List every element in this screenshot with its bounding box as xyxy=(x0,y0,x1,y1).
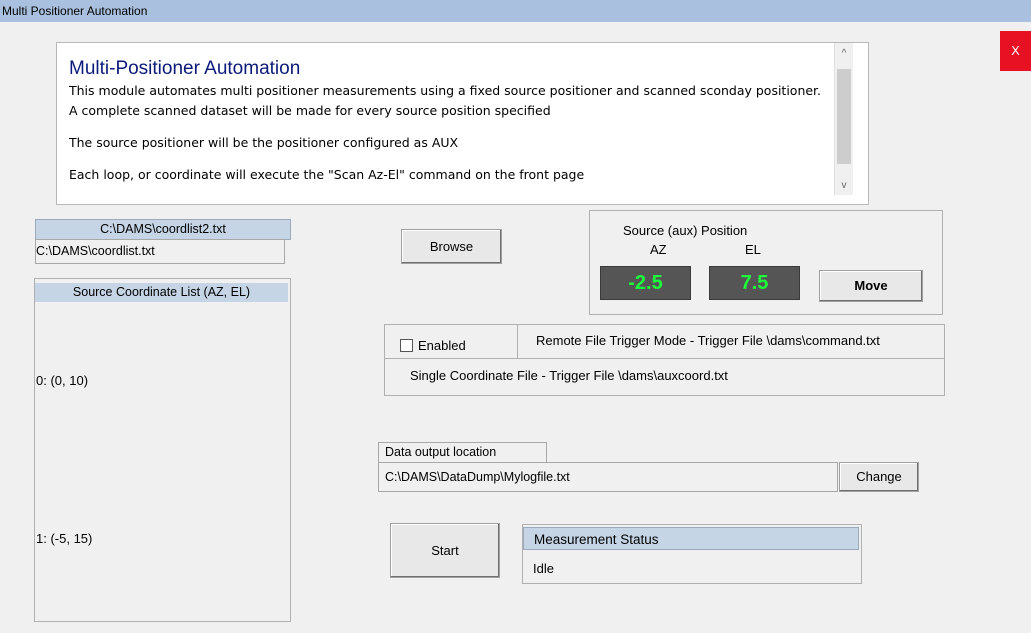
scroll-up-icon[interactable]: ^ xyxy=(835,45,853,63)
az-label: AZ xyxy=(650,242,667,257)
coord-file-path: C:\DAMS\coordlist.txt xyxy=(35,239,285,264)
info-heading: Multi-Positioner Automation xyxy=(69,58,301,79)
source-position-panel: Source (aux) Position AZ EL -2.5 7.5 Mov… xyxy=(589,210,943,315)
browse-button[interactable]: Browse xyxy=(401,229,502,264)
enabled-label[interactable]: Enabled xyxy=(418,338,466,353)
status-value: Idle xyxy=(533,561,554,576)
coord-list-item[interactable]: 0: (0, 10) xyxy=(36,373,88,388)
trigger-divider-h xyxy=(385,358,944,359)
info-paragraph-1: This module automates multi positioner m… xyxy=(69,83,822,118)
source-position-title: Source (aux) Position xyxy=(623,223,748,238)
coord-file-header: C:\DAMS\coordlist2.txt xyxy=(35,219,291,240)
single-coord-label: Single Coordinate File - Trigger File \d… xyxy=(410,368,728,383)
status-panel: Measurement Status Idle xyxy=(522,524,862,584)
trigger-panel: Enabled Remote File Trigger Mode - Trigg… xyxy=(384,324,945,396)
info-content: Multi-Positioner Automation This module … xyxy=(69,57,829,203)
el-value-display: 7.5 xyxy=(709,266,800,300)
enabled-checkbox[interactable] xyxy=(400,339,413,352)
info-paragraph-2: The source positioner will be the positi… xyxy=(69,135,459,150)
remote-mode-label: Remote File Trigger Mode - Trigger File … xyxy=(536,333,880,348)
close-button[interactable]: X xyxy=(1000,31,1031,71)
az-value-display: -2.5 xyxy=(600,266,691,300)
coord-list-box[interactable]: Source Coordinate List (AZ, EL) 0: (0, 1… xyxy=(34,278,291,622)
window-title: Multi Positioner Automation xyxy=(2,4,148,18)
info-paragraph-3: Each loop, or coordinate will execute th… xyxy=(69,167,585,182)
change-button[interactable]: Change xyxy=(839,462,919,492)
coord-list-item[interactable]: 1: (-5, 15) xyxy=(36,531,92,546)
el-label: EL xyxy=(745,242,761,257)
info-textbox[interactable]: Multi-Positioner Automation This module … xyxy=(56,42,869,205)
move-button[interactable]: Move xyxy=(819,270,923,302)
output-path: C:\DAMS\DataDump\Mylogfile.txt xyxy=(378,462,838,492)
coord-list-header: Source Coordinate List (AZ, EL) xyxy=(35,283,288,302)
scroll-thumb[interactable] xyxy=(837,69,851,164)
trigger-divider xyxy=(517,325,518,358)
status-header: Measurement Status xyxy=(523,527,859,550)
start-button[interactable]: Start xyxy=(390,523,500,578)
coord-file-path-text: C:\DAMS\coordlist.txt xyxy=(36,244,155,258)
title-bar: Multi Positioner Automation xyxy=(0,0,1031,22)
scroll-down-icon[interactable]: v xyxy=(835,177,853,195)
output-header: Data output location xyxy=(378,442,547,463)
info-scrollbar[interactable]: ^ v xyxy=(834,43,853,195)
